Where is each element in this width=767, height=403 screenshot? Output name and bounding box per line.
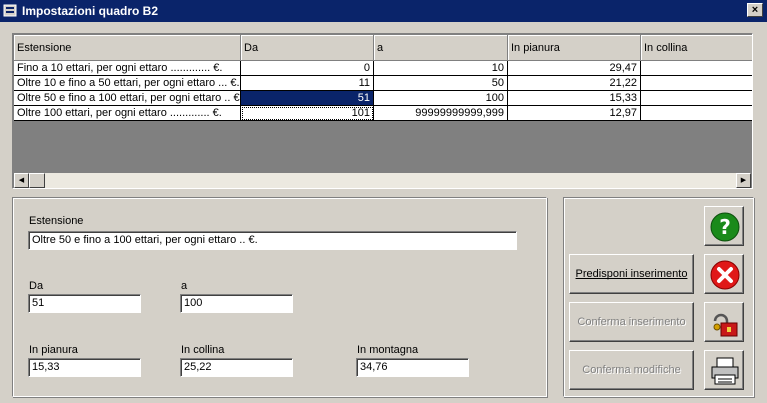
help-icon: ? (710, 212, 740, 242)
window-title: Impostazioni quadro B2 (22, 4, 159, 18)
svg-text:?: ? (719, 215, 731, 239)
app-icon (3, 4, 17, 17)
edit-panel: Estensione Oltre 50 e fino a 100 ettari,… (12, 197, 547, 397)
collina-label: In collina (181, 344, 225, 356)
actions-panel: ? Predisponi inserimento Conferma inseri… (563, 197, 754, 397)
table-cell[interactable]: Oltre 10 e fino a 50 ettari, per ogni et… (14, 76, 241, 91)
table-cell[interactable]: 39 (641, 61, 752, 76)
table-cell[interactable]: 11 (241, 76, 374, 91)
da-label: Da (29, 280, 44, 292)
table-cell[interactable]: 101 (241, 106, 374, 121)
table-row-selected[interactable]: Oltre 50 e fino a 100 ettari, per ogni e… (14, 91, 752, 106)
conferma-modifiche-button[interactable]: Conferma modifiche (569, 350, 694, 390)
table-cell[interactable]: 12,97 (508, 106, 641, 121)
pianura-label: In pianura (29, 344, 78, 356)
unlock-button[interactable] (704, 302, 744, 342)
table-cell[interactable]: Oltre 100 ettari, per ogni ettaro ......… (14, 106, 241, 121)
column-header[interactable]: Estensione (14, 35, 241, 61)
da-field[interactable]: 51 (28, 294, 141, 313)
column-header[interactable]: In collina (641, 35, 752, 61)
table-cell[interactable]: 21,22 (508, 76, 641, 91)
title-bar: Impostazioni quadro B2 × (0, 0, 767, 22)
estensione-label: Estensione (29, 215, 84, 227)
conferma-modifiche-label: Conferma modifiche (582, 364, 681, 376)
predisponi-inserimento-button[interactable]: Predisponi inserimento (569, 254, 694, 294)
table-cell[interactable]: 0 (241, 61, 374, 76)
grid-body: Estensione Da a In pianura In collina Fi… (14, 35, 752, 188)
column-header[interactable]: In pianura (508, 35, 641, 61)
predisponi-label: Predisponi inserimento (575, 268, 688, 280)
grid-header: Estensione Da a In pianura In collina (14, 35, 752, 61)
table-row[interactable]: Oltre 100 ettari, per ogni ettaro ......… (14, 106, 752, 121)
horizontal-scrollbar[interactable]: ◀ ▶ (14, 173, 751, 188)
a-field[interactable]: 100 (180, 294, 293, 313)
scrollbar-thumb[interactable] (29, 173, 45, 188)
table-cell-selected[interactable]: 51 (241, 91, 374, 106)
cancel-icon (710, 260, 740, 290)
scroll-left-button[interactable]: ◀ (14, 173, 29, 188)
table-row[interactable]: Fino a 10 ettari, per ogni ettaro ......… (14, 61, 752, 76)
estensione-field[interactable]: Oltre 50 e fino a 100 ettari, per ogni e… (28, 231, 517, 250)
table-cell[interactable]: 16 (641, 106, 752, 121)
table-cell[interactable]: 25 (641, 91, 752, 106)
a-label: a (181, 280, 188, 292)
table-cell[interactable]: 99999999999,999 (374, 106, 508, 121)
montagna-field[interactable]: 34,76 (356, 358, 469, 377)
montagna-label: In montagna (357, 344, 419, 356)
close-button[interactable]: × (747, 3, 763, 17)
cancel-button[interactable] (704, 254, 744, 294)
conferma-inserimento-label: Conferma inserimento (577, 316, 686, 328)
table-cell[interactable]: 15,33 (508, 91, 641, 106)
column-header[interactable]: a (374, 35, 508, 61)
table-cell[interactable]: 29,47 (508, 61, 641, 76)
help-button[interactable]: ? (704, 206, 744, 246)
conferma-inserimento-button[interactable]: Conferma inserimento (569, 302, 694, 342)
scroll-right-button[interactable]: ▶ (736, 173, 751, 188)
table-cell[interactable]: Fino a 10 ettari, per ogni ettaro ......… (14, 61, 241, 76)
unlock-icon (713, 313, 738, 337)
table-cell[interactable]: 31 (641, 76, 752, 91)
table-cell[interactable]: 10 (374, 61, 508, 76)
table-row[interactable]: Oltre 10 e fino a 50 ettari, per ogni et… (14, 76, 752, 91)
table-cell[interactable]: 100 (374, 91, 508, 106)
table-cell[interactable]: Oltre 50 e fino a 100 ettari, per ogni e… (14, 91, 241, 106)
print-button[interactable] (704, 350, 744, 390)
collina-field[interactable]: 25,22 (180, 358, 293, 377)
pianura-field[interactable]: 15,33 (28, 358, 141, 377)
table-cell[interactable]: 50 (374, 76, 508, 91)
column-header[interactable]: Da (241, 35, 374, 61)
printer-icon (711, 357, 739, 385)
data-grid[interactable]: Estensione Da a In pianura In collina Fi… (12, 33, 753, 189)
